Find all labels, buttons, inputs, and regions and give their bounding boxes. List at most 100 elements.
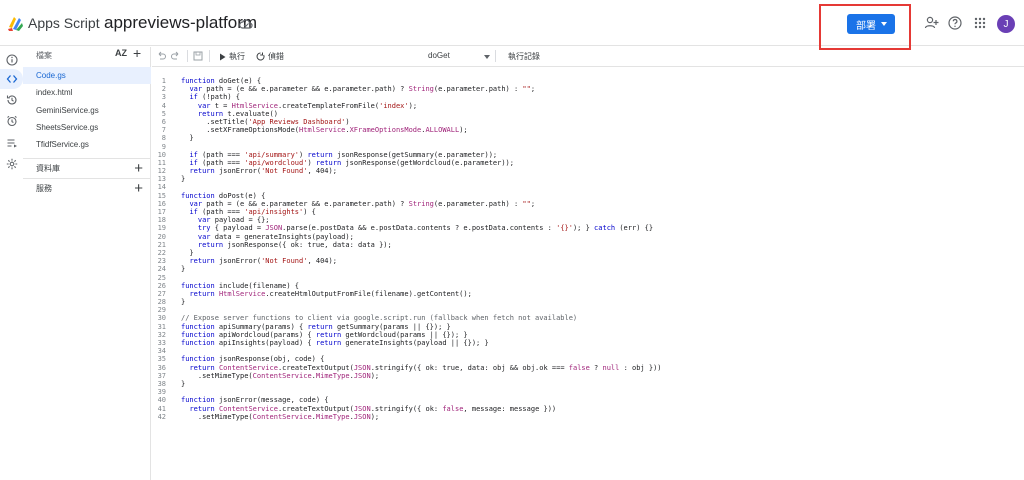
line-number: 9 bbox=[161, 142, 166, 151]
code-line: 37 .setMimeType(ContentService.MimeType.… bbox=[152, 372, 1024, 380]
code-line: 2 var path = (e && e.parameter && e.para… bbox=[152, 85, 1024, 93]
code-line: 38} bbox=[152, 380, 1024, 388]
line-number: 26 bbox=[157, 281, 166, 290]
file-item[interactable]: Code.gs bbox=[23, 67, 151, 84]
cloud-saved-icon bbox=[239, 19, 253, 29]
line-number: 29 bbox=[157, 306, 166, 315]
executions-icon bbox=[7, 139, 17, 148]
code-text: function doPost(e) { bbox=[181, 191, 266, 200]
code-line: 9 bbox=[152, 143, 1024, 151]
file-item[interactable]: TfidfService.gs bbox=[23, 136, 151, 153]
run-button[interactable]: 執行 bbox=[219, 51, 245, 62]
code-line: 4 var t = HtmlService.createTemplateFrom… bbox=[152, 102, 1024, 110]
overview-nav[interactable] bbox=[0, 50, 23, 70]
code-text: .setXFrameOptionsMode(HtmlService.XFrame… bbox=[181, 126, 468, 135]
add-library-button[interactable]: + bbox=[134, 160, 143, 177]
libraries-section[interactable]: 資料庫 + bbox=[23, 158, 151, 177]
code-text: if (path === 'api/summary') return jsonR… bbox=[189, 150, 498, 159]
function-select[interactable]: doGet bbox=[428, 51, 450, 60]
add-service-button[interactable]: + bbox=[134, 180, 143, 197]
execution-log-button[interactable]: 執行記錄 bbox=[508, 51, 540, 62]
code-text: } bbox=[181, 134, 194, 143]
code-line: 29 bbox=[152, 306, 1024, 314]
deploy-button-label: 部署 bbox=[856, 20, 876, 32]
code-text: function doGet(e) { bbox=[181, 77, 262, 85]
code-line: 12 return jsonError('Not Found', 404); bbox=[152, 167, 1024, 175]
avatar[interactable]: J bbox=[997, 15, 1015, 33]
line-number: 13 bbox=[157, 175, 166, 184]
help-icon[interactable] bbox=[947, 15, 963, 31]
editor-nav[interactable] bbox=[0, 69, 23, 89]
settings-nav[interactable] bbox=[0, 154, 23, 174]
code-line: 30 // Expose server functions to client v… bbox=[152, 314, 1024, 322]
code-text: var t = HtmlService.createTemplateFromFi… bbox=[197, 101, 418, 110]
apps-script-logo[interactable] bbox=[7, 15, 24, 32]
app-name[interactable]: Apps Script bbox=[28, 15, 100, 31]
code-text: var payload = {}; bbox=[197, 216, 270, 225]
line-number: 3 bbox=[161, 93, 166, 102]
code-line: 10 if (path === 'api/summary') return js… bbox=[152, 151, 1024, 159]
add-file-button[interactable]: + bbox=[133, 45, 141, 61]
triggers-nav[interactable] bbox=[0, 111, 23, 131]
file-item[interactable]: index.html bbox=[23, 84, 151, 101]
alarm-trigger-icon bbox=[6, 115, 17, 127]
code-text: .setMimeType(ContentService.MimeType.JSO… bbox=[181, 412, 380, 421]
line-number: 35 bbox=[157, 355, 166, 364]
code-text: var path = (e && e.parameter && e.parame… bbox=[189, 199, 536, 208]
code-text: try { payload = JSON.parse(e.postData &&… bbox=[197, 224, 654, 233]
apps-grid-icon[interactable] bbox=[972, 15, 988, 31]
code-editor[interactable]: 1 function doGet(e) {2 var path = (e && e… bbox=[152, 66, 1024, 480]
line-number: 18 bbox=[157, 216, 166, 225]
toolbar-divider bbox=[209, 50, 210, 62]
line-number: 5 bbox=[161, 109, 166, 118]
code-line: 17 if (path === 'api/insights') { bbox=[152, 208, 1024, 216]
undo-icon[interactable] bbox=[156, 51, 166, 61]
executions-nav[interactable] bbox=[0, 133, 23, 153]
file-item[interactable]: GeminiService.gs bbox=[23, 102, 151, 119]
code-line: 40 function jsonError(message, code) { bbox=[152, 396, 1024, 404]
code-line: 33 function apiInsights(payload) { return… bbox=[152, 339, 1024, 347]
line-number: 23 bbox=[157, 257, 166, 266]
info-icon bbox=[5, 54, 18, 66]
history-nav[interactable] bbox=[0, 90, 23, 110]
code-line: 26 function include(filename) { bbox=[152, 282, 1024, 290]
code-text: if (path === 'api/insights') { bbox=[189, 208, 316, 216]
code-line: 39 bbox=[152, 388, 1024, 396]
code-text: var data = generateInsights(payload); bbox=[197, 232, 354, 241]
line-number: 21 bbox=[157, 240, 166, 249]
line-number: 40 bbox=[157, 396, 166, 405]
chevron-down-icon[interactable] bbox=[484, 55, 490, 59]
code-line: 24} bbox=[152, 265, 1024, 273]
code-text: return ContentService.createTextOutput(J… bbox=[189, 363, 662, 372]
redo-icon[interactable] bbox=[171, 51, 181, 61]
sort-az-button[interactable]: AZ bbox=[115, 48, 127, 58]
line-number: 6 bbox=[161, 117, 166, 126]
debug-button[interactable]: 偵錯 bbox=[256, 51, 284, 62]
line-number: 34 bbox=[157, 347, 166, 356]
line-number: 22 bbox=[157, 248, 166, 257]
editor-toolbar: 執行 偵錯 doGet 執行記錄 bbox=[152, 47, 1024, 65]
code-text: return ContentService.createTextOutput(J… bbox=[189, 404, 557, 413]
code-line: 6 .setTitle('App Reviews Dashboard') bbox=[152, 118, 1024, 126]
code-line: 23 return jsonError('Not Found', 404); bbox=[152, 257, 1024, 265]
code-text: if (!path) { bbox=[189, 93, 241, 102]
code-icon bbox=[6, 75, 17, 83]
code-line: 3 if (!path) { bbox=[152, 93, 1024, 101]
file-item[interactable]: SheetsService.gs bbox=[23, 119, 151, 136]
code-line: 42 .setMimeType(ContentService.MimeType.… bbox=[152, 413, 1024, 421]
code-line: 16 var path = (e && e.parameter && e.par… bbox=[152, 200, 1024, 208]
code-line: 31 function apiSummary(params) { return g… bbox=[152, 323, 1024, 331]
line-number: 33 bbox=[157, 339, 166, 347]
line-number: 8 bbox=[161, 134, 166, 143]
deploy-button[interactable]: 部署 bbox=[847, 14, 895, 34]
code-text: .setMimeType(ContentService.MimeType.JSO… bbox=[181, 371, 380, 380]
save-icon[interactable] bbox=[193, 51, 203, 61]
add-person-icon[interactable] bbox=[924, 15, 940, 31]
line-number: 31 bbox=[157, 322, 166, 331]
line-number: 36 bbox=[157, 363, 166, 372]
run-label: 執行 bbox=[229, 52, 245, 61]
line-number: 27 bbox=[157, 289, 166, 298]
project-title[interactable]: appreviews-platform bbox=[104, 13, 257, 33]
code-text: function apiWordcloud(params) { return g… bbox=[181, 330, 468, 339]
services-section[interactable]: 服務 + bbox=[23, 178, 151, 197]
